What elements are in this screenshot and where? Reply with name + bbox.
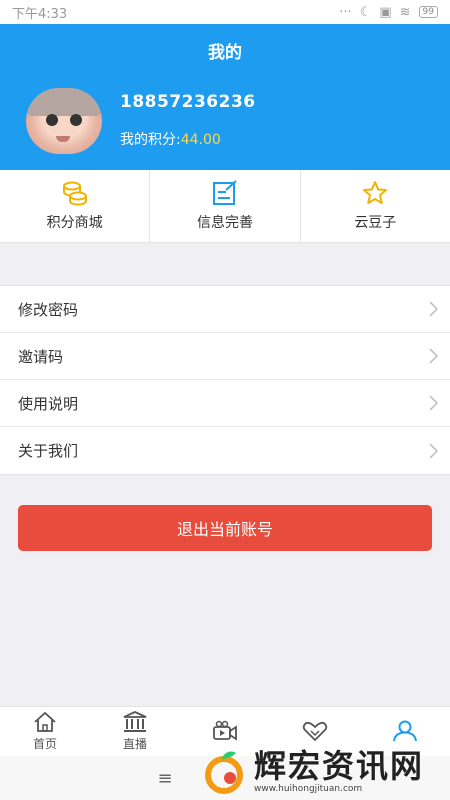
watermark-text: 辉宏资讯网 [254, 747, 425, 785]
points-value: 44.00 [180, 132, 221, 148]
tab-label: 直播 [122, 737, 147, 751]
video-icon [213, 720, 237, 741]
page-title: 我的 [208, 43, 242, 63]
dots-icon: ··· [339, 4, 352, 20]
star-icon [363, 181, 388, 204]
points-label: 我的积分: [120, 132, 181, 148]
menu-item-label: 使用说明 [18, 394, 79, 413]
menu-item-about-us[interactable]: 关于我们 [0, 427, 450, 474]
menu-item-invite-code[interactable]: 邀请码 [0, 333, 450, 380]
tab-live[interactable]: 直播 [90, 707, 180, 756]
chevron-right-icon [429, 395, 438, 411]
quick-item-points-mall[interactable]: 积分商城 [0, 170, 151, 242]
quick-actions: 积分商城 信息完善 云豆子 [0, 170, 450, 243]
coins-icon [62, 181, 87, 206]
status-icons: ··· ☾ ▣ ≋ 99 [339, 5, 438, 20]
menu-item-label: 关于我们 [18, 442, 79, 460]
quick-item-cloud-beans[interactable]: 云豆子 [301, 170, 450, 242]
quick-label: 信息完善 [196, 215, 253, 231]
points-line: 我的积分:44.00 [120, 129, 221, 149]
chevron-right-icon [429, 301, 438, 317]
quick-label: 云豆子 [354, 215, 397, 231]
menu-item-label: 修改密码 [18, 300, 79, 319]
menu-item-label: 邀请码 [18, 347, 64, 366]
chevron-right-icon [429, 442, 438, 459]
home-icon [34, 711, 56, 732]
user-phone: 18857236236 [120, 92, 256, 112]
menu-item-instructions[interactable]: 使用说明 [0, 380, 450, 427]
user-icon [393, 720, 417, 741]
tab-label: 首页 [32, 737, 57, 751]
menu-item-change-password[interactable]: 修改密码 [0, 286, 450, 333]
handshake-icon [302, 721, 328, 741]
edit-icon [212, 180, 237, 205]
settings-menu: 修改密码 邀请码 使用说明 关于我们 [0, 285, 450, 475]
avatar[interactable] [26, 88, 102, 154]
status-time: 下午4:33 [12, 6, 68, 22]
menu-icon[interactable]: ≡ [157, 768, 172, 789]
bank-icon [123, 711, 147, 732]
sim-icon: ▣ [379, 4, 392, 20]
watermark-url: www.huihongjituan.com [254, 784, 363, 794]
profile-header: 我的 18857236236 我的积分:44.00 [0, 24, 450, 170]
orange-logo-icon [205, 751, 243, 794]
status-bar: 下午4:33 ··· ☾ ▣ ≋ 99 [0, 0, 450, 24]
logout-button[interactable]: 退出当前账号 [18, 505, 432, 551]
quick-label: 积分商城 [46, 215, 103, 231]
watermark: 辉宏资讯网 www.huihongjituan.com [200, 742, 450, 800]
battery-icon: 99 [418, 6, 438, 18]
chevron-right-icon [429, 348, 438, 364]
wifi-icon: ≋ [399, 4, 411, 20]
tab-home[interactable]: 首页 [0, 707, 90, 756]
moon-icon: ☾ [359, 4, 372, 20]
quick-item-profile-info[interactable]: 信息完善 [150, 170, 301, 242]
